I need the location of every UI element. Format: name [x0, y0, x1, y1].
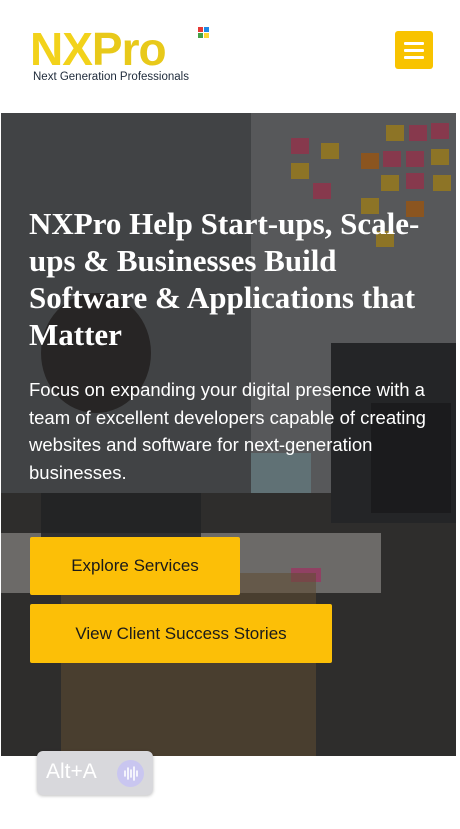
logo-nx-text: NX: [30, 23, 93, 75]
alt-a-widget[interactable]: Alt+A: [37, 751, 153, 795]
logo-tagline: Next Generation Professionals: [33, 71, 189, 83]
hamburger-icon: [404, 41, 424, 45]
logo-squares-icon: [198, 27, 212, 41]
site-header: NXPro Next Generation Professionals: [0, 0, 456, 113]
client-stories-button[interactable]: View Client Success Stories: [30, 604, 332, 663]
nxpro-logo[interactable]: NXPro Next Generation Professionals: [30, 24, 215, 86]
logo-pro-text: Pro: [91, 23, 167, 75]
alt-a-label: Alt+A: [46, 760, 97, 783]
hero-title: NXPro Help Start-ups, Scale-ups & Busine…: [29, 206, 420, 352]
waveform-icon: [117, 760, 144, 787]
menu-toggle-button[interactable]: [395, 31, 433, 69]
hero-description: Focus on expanding your digital presence…: [29, 379, 426, 483]
logo-wordmark: NXPro: [30, 23, 167, 75]
explore-services-button[interactable]: Explore Services: [30, 537, 240, 595]
